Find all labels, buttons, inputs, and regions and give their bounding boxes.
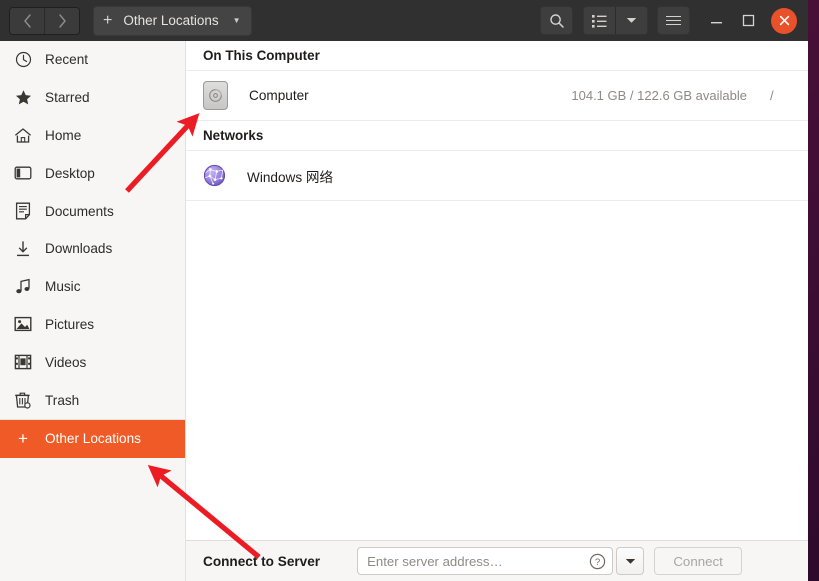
sidebar-item-home[interactable]: Home: [0, 117, 185, 155]
sidebar-item-label: Desktop: [45, 165, 95, 181]
document-icon: [12, 202, 34, 220]
sidebar-item-label: Downloads: [45, 241, 113, 257]
maximize-icon: [742, 14, 754, 27]
download-icon: [12, 240, 34, 258]
capacity-text: 104.1 GB / 122.6 GB available: [571, 88, 747, 103]
sidebar-item-pictures[interactable]: Pictures: [0, 306, 185, 344]
list-view-icon: [592, 14, 607, 28]
sidebar-item-starred[interactable]: Starred: [0, 79, 185, 117]
close-icon: [779, 15, 789, 26]
sidebar-item-label: Pictures: [45, 316, 95, 332]
location-capacity: 104.1 GB / 122.6 GB available /: [571, 88, 794, 103]
headerbar-right: [531, 0, 808, 41]
video-icon: [12, 354, 34, 370]
maximize-button[interactable]: [732, 0, 764, 41]
connect-button[interactable]: Connect: [654, 547, 743, 575]
group-header-on-this-computer: On This Computer: [186, 41, 808, 71]
trash-icon: [12, 391, 34, 409]
music-icon: [12, 278, 34, 295]
desktop-icon: [12, 165, 34, 181]
sidebar: Recent Starred Home Desktop Documents Do…: [0, 41, 186, 581]
sidebar-item-label: Trash: [45, 392, 80, 408]
back-button[interactable]: [10, 7, 44, 34]
navigation-buttons: [9, 6, 80, 35]
locations-list: On This Computer Computer 104.1 GB / 122…: [186, 41, 808, 540]
server-address-input[interactable]: [358, 552, 587, 570]
sidebar-item-label: Videos: [45, 354, 87, 370]
picture-icon: [12, 316, 34, 332]
chevron-down-icon: [625, 558, 635, 564]
sidebar-item-recent[interactable]: Recent: [0, 41, 185, 79]
sidebar-item-videos[interactable]: Videos: [0, 343, 185, 381]
desktop-background: + Other Locations ▼ Recent Starred Home …: [0, 0, 819, 581]
table-row[interactable]: Windows 网络: [186, 151, 808, 201]
chevron-left-icon: [23, 13, 31, 28]
main-menu-button[interactable]: [657, 6, 690, 35]
chevron-down-icon: ▼: [232, 16, 241, 25]
network-globe-icon: [203, 162, 226, 189]
sidebar-item-other-locations[interactable]: + Other Locations: [0, 418, 185, 458]
table-row[interactable]: Computer 104.1 GB / 122.6 GB available /: [186, 71, 808, 121]
location-name: Windows 网络: [247, 169, 334, 185]
location-name: Computer: [249, 88, 309, 103]
sidebar-item-label: Home: [45, 127, 82, 143]
forward-button[interactable]: [44, 7, 79, 34]
plus-icon: +: [18, 428, 28, 448]
sidebar-item-label: Other Locations: [45, 431, 141, 447]
sidebar-item-label: Recent: [45, 52, 89, 68]
view-mode-group: [583, 6, 648, 35]
connect-to-server-bar: Connect to Server ? Connect: [186, 540, 808, 581]
headerbar-left: + Other Locations ▼: [9, 5, 252, 36]
server-address-wrap: ?: [357, 547, 614, 575]
chevron-right-icon: [58, 13, 66, 28]
sidebar-item-downloads[interactable]: Downloads: [0, 230, 185, 268]
search-button[interactable]: [540, 6, 573, 35]
group-header-networks: Networks: [186, 121, 808, 151]
search-icon: [549, 13, 564, 28]
connect-to-server-label: Connect to Server: [203, 553, 321, 569]
sidebar-item-label: Starred: [45, 90, 90, 106]
svg-text:?: ?: [594, 557, 599, 568]
sidebar-item-documents[interactable]: Documents: [0, 192, 185, 230]
sidebar-item-trash[interactable]: Trash: [0, 381, 185, 419]
sidebar-item-label: Music: [45, 279, 81, 295]
path-bar-other-locations[interactable]: + Other Locations ▼: [93, 5, 252, 36]
hamburger-menu-icon: [666, 13, 681, 28]
help-circle-icon[interactable]: ?: [586, 553, 608, 570]
clock-icon: [12, 51, 34, 68]
files-window: + Other Locations ▼ Recent Starred Home …: [0, 0, 808, 581]
view-options-dropdown[interactable]: [615, 7, 647, 34]
sidebar-item-music[interactable]: Music: [0, 268, 185, 306]
sidebar-item-desktop[interactable]: Desktop: [0, 154, 185, 192]
star-icon: [12, 89, 34, 106]
home-icon: [12, 127, 34, 144]
minimize-icon: [710, 22, 722, 24]
sidebar-item-label: Documents: [45, 203, 114, 219]
path-bar-label: Other Locations: [123, 13, 219, 28]
path-plus-label: +: [103, 11, 113, 29]
hard-drive-icon: [203, 81, 228, 110]
mount-point: /: [770, 88, 774, 103]
window-headerbar: + Other Locations ▼: [0, 0, 808, 41]
close-button[interactable]: [771, 7, 797, 34]
server-history-dropdown[interactable]: [616, 547, 645, 575]
list-view-button[interactable]: [584, 7, 615, 34]
minimize-button[interactable]: [700, 0, 732, 41]
chevron-down-icon: [626, 18, 637, 23]
